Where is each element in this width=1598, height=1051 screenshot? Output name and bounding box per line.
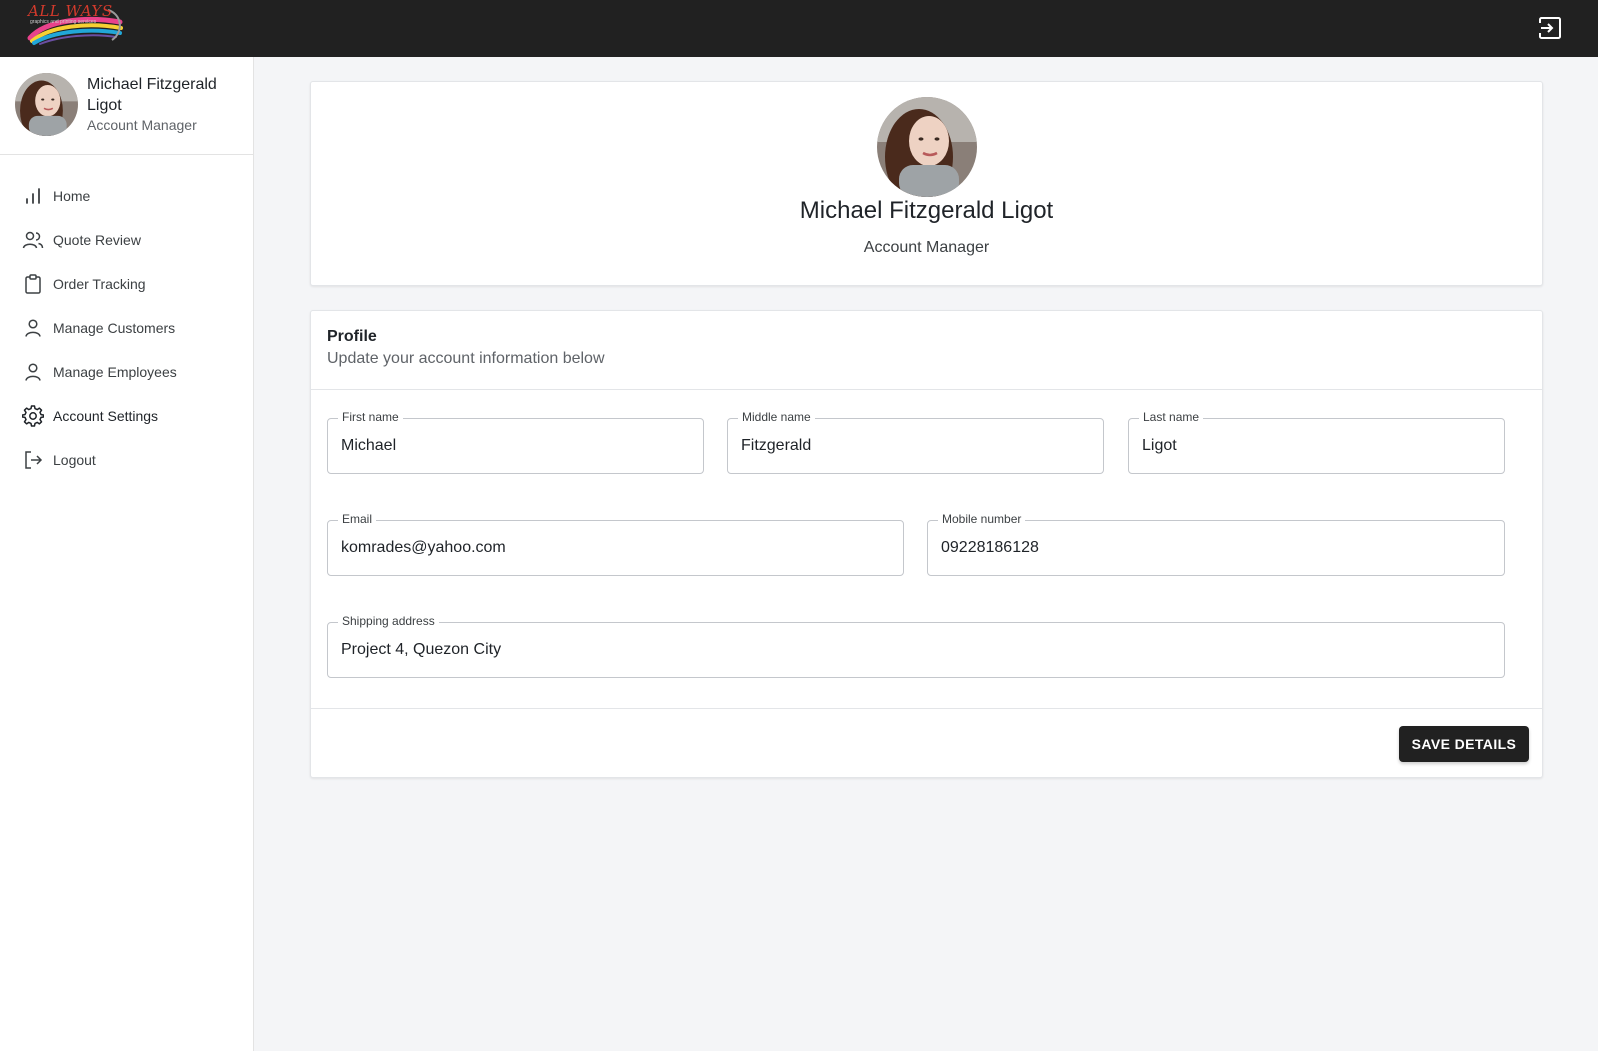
sidebar-item-quote-review[interactable]: Quote Review: [0, 218, 253, 262]
bar-chart-icon: [26, 188, 40, 204]
sidebar-item-label: Home: [53, 188, 91, 204]
sidebar-user-card: Michael Fitzgerald Ligot Account Manager: [0, 57, 253, 155]
form-header: Profile Update your account information …: [311, 311, 1542, 390]
email-input[interactable]: [341, 521, 890, 575]
avatar[interactable]: [877, 97, 977, 197]
last-name-field[interactable]: Last name: [1128, 410, 1505, 474]
logo-text: ALL WAYS: [28, 2, 113, 20]
sidebar-nav: Home Quote Review Order Tracking Manage …: [0, 174, 253, 482]
sidebar-item-label: Order Tracking: [53, 276, 146, 292]
profile-summary-card: Michael Fitzgerald Ligot Account Manager: [310, 81, 1543, 286]
profile-name: Michael Fitzgerald Ligot: [799, 197, 1054, 224]
profile-form-card: Profile Update your account information …: [310, 310, 1543, 778]
sidebar-item-label: Manage Employees: [53, 364, 177, 380]
first-name-input[interactable]: [341, 419, 690, 473]
sidebar-item-manage-employees[interactable]: Manage Employees: [0, 350, 253, 394]
sidebar-user-name: Michael Fitzgerald Ligot: [87, 76, 217, 114]
sidebar-item-manage-customers[interactable]: Manage Customers: [0, 306, 253, 350]
sidebar-item-label: Account Settings: [53, 408, 159, 424]
sidebar-item-logout[interactable]: Logout: [0, 438, 253, 482]
mobile-number-field[interactable]: Mobile number: [927, 512, 1505, 576]
email-field[interactable]: Email: [327, 512, 904, 576]
profile-role: Account Manager: [863, 239, 990, 256]
brand-logo[interactable]: ALL WAYS graphics and printing services: [26, 2, 126, 46]
first-name-field[interactable]: First name: [327, 410, 704, 474]
sidebar-item-label: Manage Customers: [53, 320, 176, 336]
logout-box-icon[interactable]: [1536, 14, 1564, 42]
logout-icon: [25, 451, 43, 469]
avatar[interactable]: [15, 73, 78, 136]
middle-name-field[interactable]: Middle name: [727, 410, 1104, 474]
user-icon: [25, 319, 41, 337]
sidebar-item-label: Quote Review: [53, 232, 141, 248]
sidebar-item-account-settings[interactable]: Account Settings: [0, 394, 253, 438]
sidebar-item-home[interactable]: Home: [0, 174, 253, 218]
form-subtitle: Update your account information below: [327, 350, 605, 367]
shipping-address-input[interactable]: [341, 623, 1491, 677]
form-title: Profile: [327, 328, 377, 345]
sidebar-item-label: Logout: [53, 452, 96, 468]
mobile-number-input[interactable]: [941, 521, 1491, 575]
user-icon: [25, 363, 41, 381]
save-details-button[interactable]: SAVE DETAILS: [1399, 726, 1529, 762]
top-app-bar: ALL WAYS graphics and printing services: [0, 0, 1598, 57]
sidebar-item-order-tracking[interactable]: Order Tracking: [0, 262, 253, 306]
form-footer-divider: [311, 708, 1542, 709]
users-icon: [22, 231, 44, 249]
logo-subtitle: graphics and printing services: [30, 19, 97, 25]
shipping-address-field[interactable]: Shipping address: [327, 614, 1505, 678]
middle-name-input[interactable]: [741, 419, 1090, 473]
gear-icon: [22, 405, 44, 427]
sidebar-user-role: Account Manager: [87, 117, 197, 133]
last-name-input[interactable]: [1142, 419, 1491, 473]
sidebar: Michael Fitzgerald Ligot Account Manager…: [0, 57, 254, 1051]
clipboard-icon: [25, 274, 41, 294]
